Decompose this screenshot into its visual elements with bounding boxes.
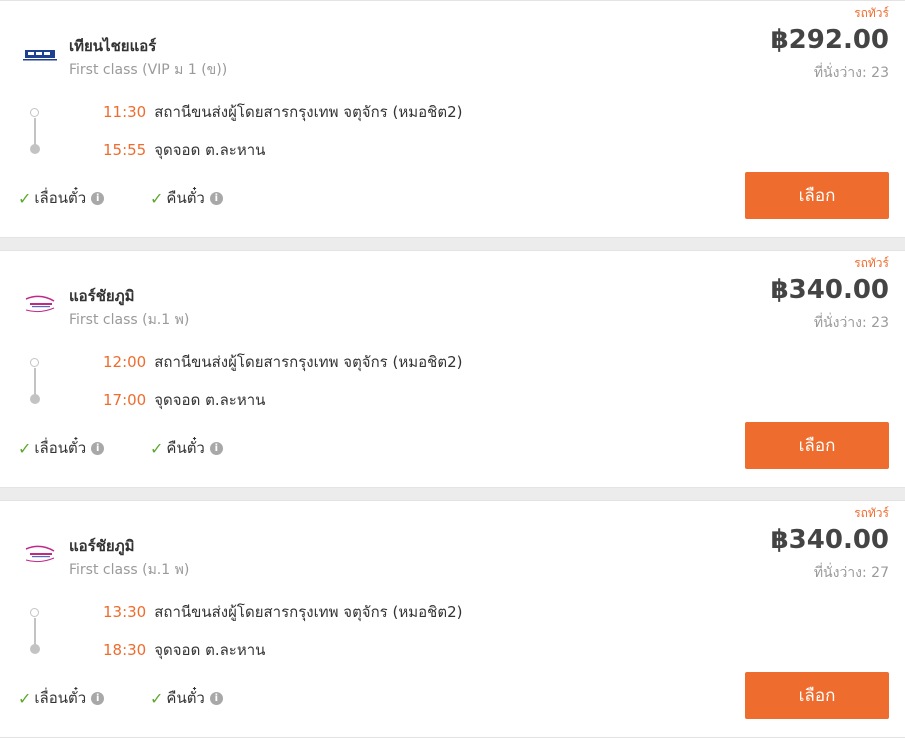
- select-button[interactable]: เลือก: [745, 422, 889, 469]
- info-icon[interactable]: i: [209, 191, 223, 205]
- seat-class: First class (ม.1 พ): [69, 562, 190, 578]
- refund-feature: ✓ คืนตั๋ว i: [150, 186, 223, 210]
- check-icon: ✓: [18, 688, 32, 708]
- seats-available: ที่นั่งว่าง: 23: [813, 65, 889, 81]
- info-icon[interactable]: i: [209, 441, 223, 455]
- reschedule-feature: ✓ เลื่อนตั๋ว i: [18, 686, 105, 710]
- refund-label: คืนตั๋ว: [166, 189, 205, 207]
- departure-place: สถานีขนส่งผู้โดยสารกรุงเทพ จตุจักร (หมอช…: [154, 103, 463, 121]
- refund-feature: ✓ คืนตั๋ว i: [150, 686, 223, 710]
- trip-card: รถทัวร์ เทียนไชยแอร์ First class (VIP ม …: [0, 0, 905, 238]
- departure-time: 11:30: [103, 103, 147, 121]
- bus-type-tag: รถทัวร์: [854, 6, 889, 20]
- ticket-price: ฿292.00: [770, 25, 889, 55]
- departure-row: 12:00 สถานีขนส่งผู้โดยสารกรุงเทพ จตุจักร …: [103, 350, 462, 374]
- check-icon: ✓: [150, 188, 164, 208]
- operator-name: แอร์ชัยภูมิ: [69, 287, 135, 305]
- route-timeline-icon: [29, 108, 41, 154]
- info-icon[interactable]: i: [209, 691, 223, 705]
- check-icon: ✓: [18, 438, 32, 458]
- trip-card: รถทัวร์ แอร์ชัยภูมิ First class (ม.1 พ) …: [0, 250, 905, 488]
- bus-type-tag: รถทัวร์: [854, 256, 889, 270]
- departure-time: 12:00: [103, 353, 147, 371]
- seat-class: First class (ม.1 พ): [69, 312, 190, 328]
- ticket-price: ฿340.00: [770, 275, 889, 305]
- reschedule-label: เลื่อนตั๋ว: [34, 189, 87, 207]
- arrival-row: 18:30 จุดจอด ต.ละหาน: [103, 638, 265, 662]
- info-icon[interactable]: i: [91, 191, 105, 205]
- arrival-time: 18:30: [103, 641, 147, 659]
- reschedule-label: เลื่อนตั๋ว: [34, 439, 87, 457]
- operator-logo-icon: [23, 50, 57, 61]
- arrival-time: 15:55: [103, 141, 147, 159]
- operator-logo-icon: [25, 545, 55, 563]
- arrival-place: จุดจอด ต.ละหาน: [154, 141, 266, 159]
- arrival-row: 15:55 จุดจอด ต.ละหาน: [103, 138, 265, 162]
- select-button[interactable]: เลือก: [745, 172, 889, 219]
- reschedule-feature: ✓ เลื่อนตั๋ว i: [18, 186, 105, 210]
- seats-available: ที่นั่งว่าง: 27: [813, 565, 889, 581]
- departure-place: สถานีขนส่งผู้โดยสารกรุงเทพ จตุจักร (หมอช…: [154, 603, 463, 621]
- departure-row: 13:30 สถานีขนส่งผู้โดยสารกรุงเทพ จตุจักร …: [103, 600, 462, 624]
- arrival-place: จุดจอด ต.ละหาน: [154, 391, 266, 409]
- operator-logo-icon: [25, 295, 55, 313]
- check-icon: ✓: [150, 688, 164, 708]
- arrival-row: 17:00 จุดจอด ต.ละหาน: [103, 388, 265, 412]
- refund-feature: ✓ คืนตั๋ว i: [150, 436, 223, 460]
- bus-type-tag: รถทัวร์: [854, 506, 889, 520]
- route-timeline-icon: [29, 608, 41, 654]
- arrival-place: จุดจอด ต.ละหาน: [154, 641, 266, 659]
- info-icon[interactable]: i: [91, 691, 105, 705]
- operator-name: เทียนไชยแอร์: [69, 37, 157, 55]
- check-icon: ✓: [18, 188, 32, 208]
- refund-label: คืนตั๋ว: [166, 689, 205, 707]
- departure-time: 13:30: [103, 603, 147, 621]
- operator-name: แอร์ชัยภูมิ: [69, 537, 135, 555]
- refund-label: คืนตั๋ว: [166, 439, 205, 457]
- select-button[interactable]: เลือก: [745, 672, 889, 719]
- route-timeline-icon: [29, 358, 41, 404]
- reschedule-label: เลื่อนตั๋ว: [34, 689, 87, 707]
- check-icon: ✓: [150, 438, 164, 458]
- info-icon[interactable]: i: [91, 441, 105, 455]
- ticket-price: ฿340.00: [770, 525, 889, 555]
- trip-card: รถทัวร์ แอร์ชัยภูมิ First class (ม.1 พ) …: [0, 500, 905, 738]
- seat-class: First class (VIP ม 1 (ข)): [69, 62, 228, 78]
- arrival-time: 17:00: [103, 391, 147, 409]
- reschedule-feature: ✓ เลื่อนตั๋ว i: [18, 436, 105, 460]
- departure-row: 11:30 สถานีขนส่งผู้โดยสารกรุงเทพ จตุจักร …: [103, 100, 462, 124]
- departure-place: สถานีขนส่งผู้โดยสารกรุงเทพ จตุจักร (หมอช…: [154, 353, 463, 371]
- seats-available: ที่นั่งว่าง: 23: [813, 315, 889, 331]
